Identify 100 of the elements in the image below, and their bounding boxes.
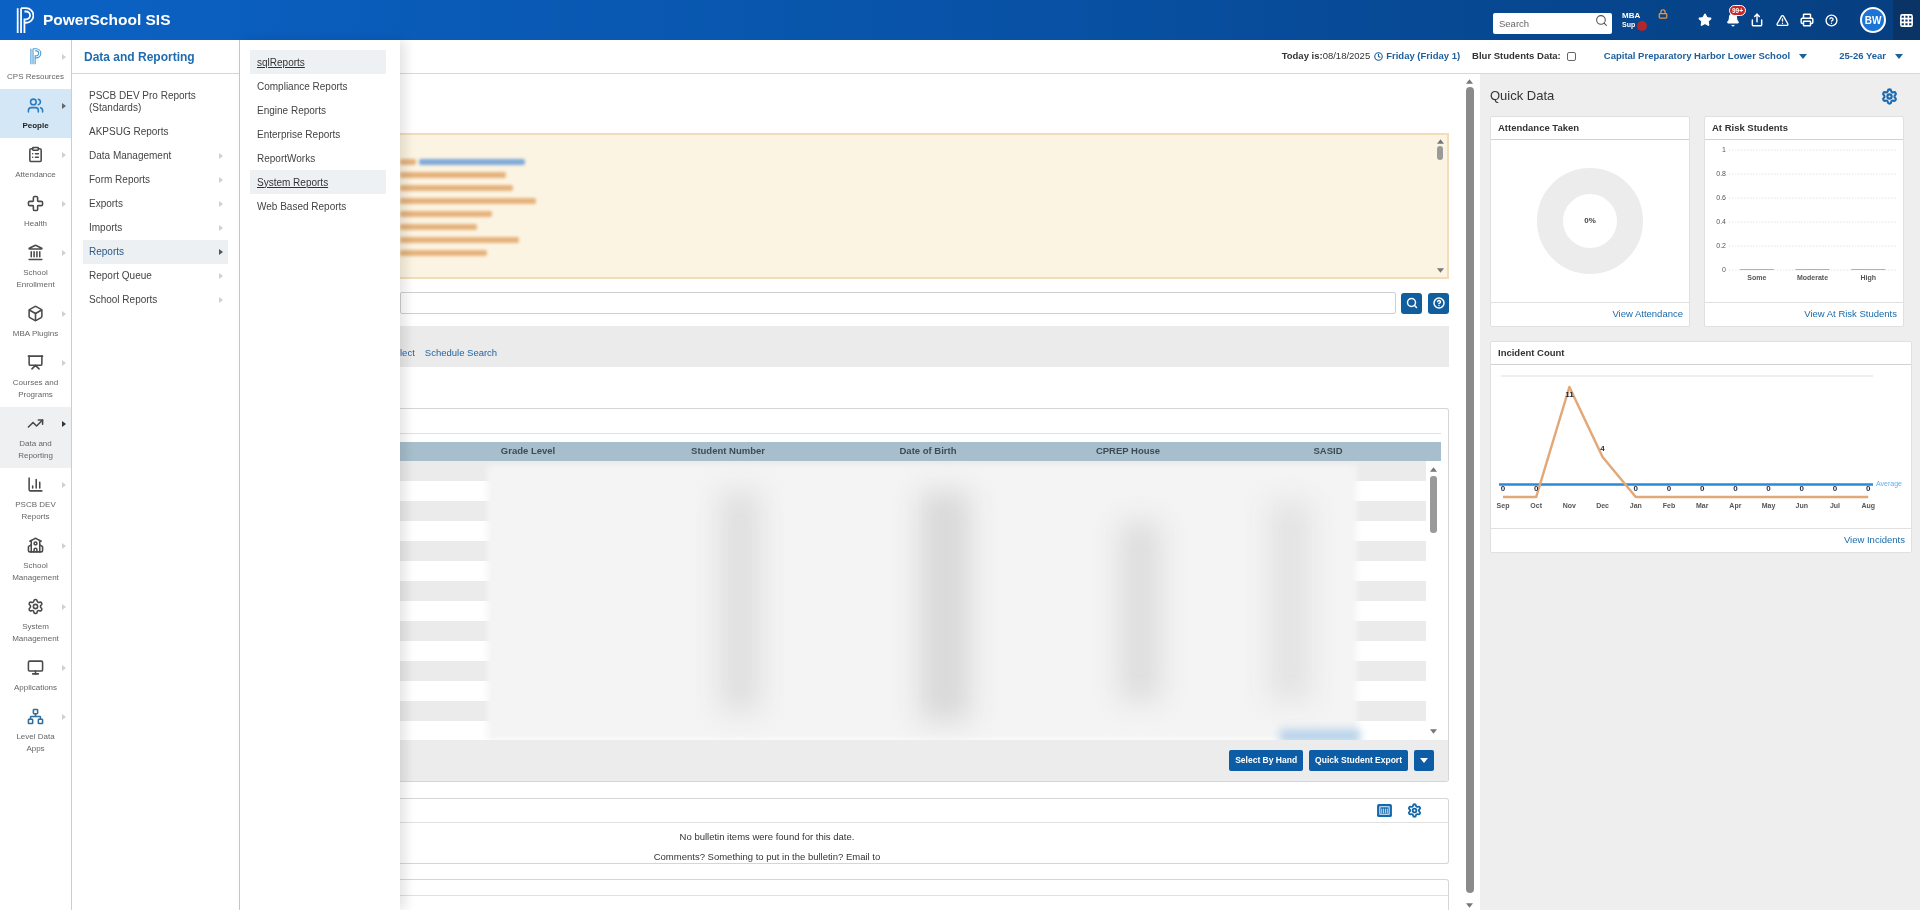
data-label: 0 xyxy=(1633,484,1639,494)
scroll-down-icon[interactable] xyxy=(1436,268,1444,273)
notification-dot-icon xyxy=(1637,21,1647,31)
menu-item[interactable]: Imports xyxy=(83,216,228,240)
column-header[interactable]: CPREP House xyxy=(1028,444,1228,459)
data-label: 0 xyxy=(1766,484,1771,494)
data-label: 0 xyxy=(1799,484,1805,494)
calendar-icon[interactable] xyxy=(1377,804,1392,817)
column-header[interactable]: Student Number xyxy=(628,444,828,459)
submenu-item[interactable]: Compliance Reports xyxy=(250,74,386,98)
menu-item[interactable]: AKPSUG Reports xyxy=(83,120,228,144)
cube-icon xyxy=(27,305,44,322)
menu-item[interactable]: Form Reports xyxy=(83,168,228,192)
network-icon xyxy=(27,708,44,725)
scrollbar-thumb[interactable] xyxy=(1430,476,1437,533)
caret-right-icon xyxy=(62,542,66,549)
menu-item[interactable]: Exports xyxy=(83,192,228,216)
scroll-down-icon[interactable] xyxy=(1430,729,1437,734)
p-logo-icon xyxy=(27,48,44,65)
bulletin-message: No bulletin items were found for this date. xyxy=(679,831,855,842)
caret-down-icon xyxy=(1420,758,1428,763)
menu-item[interactable]: PSCB DEV Pro Reports (Standards) xyxy=(83,84,228,120)
school-icon xyxy=(27,537,44,554)
card-link[interactable]: View Attendance xyxy=(1612,307,1683,322)
column-header[interactable]: SASID xyxy=(1228,444,1428,459)
scrollbar[interactable] xyxy=(1464,79,1475,908)
app-title: PowerSchool SIS xyxy=(43,10,171,31)
menu-item[interactable]: School Reports xyxy=(83,288,228,312)
scrollbar-thumb[interactable] xyxy=(1465,87,1474,893)
search-input[interactable] xyxy=(400,292,1396,314)
menu-item[interactable]: Reports xyxy=(83,240,228,264)
caret-right-icon xyxy=(62,420,66,427)
submenu-item[interactable]: ReportWorks xyxy=(250,146,386,170)
column-header[interactable]: Grade Level xyxy=(428,444,628,459)
menu-item[interactable]: Data Management xyxy=(83,144,228,168)
year-dropdown[interactable]: 25-26 Year xyxy=(1839,49,1903,64)
submenu-item[interactable]: sqlReports xyxy=(250,50,386,74)
data-label: 0 xyxy=(1666,484,1672,494)
card-title: Incident Count xyxy=(1498,345,1565,360)
data-label: 0 xyxy=(1865,484,1871,494)
p-logo-icon[interactable] xyxy=(16,6,34,34)
help-icon[interactable] xyxy=(1825,13,1838,27)
caret-right-icon xyxy=(62,151,66,158)
scrollbar-thumb[interactable] xyxy=(1437,146,1443,160)
avatar[interactable]: BW xyxy=(1860,7,1886,33)
panel-title: Quick Data xyxy=(1490,87,1555,106)
settings-icon[interactable] xyxy=(1407,803,1422,818)
action-button[interactable]: Select By Hand xyxy=(1229,750,1304,771)
warning-icon[interactable] xyxy=(1776,13,1789,27)
sidebar-item[interactable]: People xyxy=(0,89,71,138)
menu-title: Data and Reporting xyxy=(84,48,195,66)
help-button[interactable] xyxy=(1428,292,1449,314)
caret-right-icon xyxy=(62,102,66,109)
menu-item[interactable]: Report Queue xyxy=(83,264,228,288)
scrollbar[interactable] xyxy=(1436,139,1444,273)
submenu-item[interactable]: System Reports xyxy=(250,170,386,194)
sidebar-item[interactable]: Data and Reporting xyxy=(0,407,71,468)
export-icon[interactable] xyxy=(1750,13,1764,27)
clock-icon xyxy=(1374,52,1384,61)
card-link[interactable]: View Incidents xyxy=(1843,533,1905,548)
lock-icon[interactable] xyxy=(1658,9,1668,19)
submenu-item[interactable]: Engine Reports xyxy=(250,98,386,122)
bell-icon[interactable] xyxy=(1726,13,1740,27)
action-button[interactable]: Quick Student Export xyxy=(1309,750,1408,771)
print-icon[interactable] xyxy=(1800,13,1814,27)
toolbar-link[interactable]: lect xyxy=(400,345,415,360)
scroll-up-icon[interactable] xyxy=(1436,139,1444,144)
dropdown-button[interactable] xyxy=(1414,750,1434,771)
search-icon[interactable] xyxy=(1595,13,1608,27)
column-header[interactable]: Date of Birth xyxy=(828,444,1028,459)
day-link[interactable]: Friday (Friday 1) xyxy=(1386,49,1461,64)
people-icon xyxy=(27,97,44,114)
submenu-item[interactable]: Web Based Reports xyxy=(250,194,386,218)
search-icon xyxy=(1405,297,1418,309)
caret-right-icon xyxy=(219,201,223,207)
scroll-up-icon[interactable] xyxy=(1430,467,1437,472)
data-label: 0 xyxy=(1699,484,1705,494)
help-icon xyxy=(1432,297,1445,309)
caret-right-icon xyxy=(62,53,66,60)
data-label: 0 xyxy=(1832,484,1838,494)
card-title: At Risk Students xyxy=(1712,120,1788,135)
submenu-item[interactable]: Enterprise Reports xyxy=(250,122,386,146)
clipboard-icon xyxy=(27,146,44,163)
caret-right-icon xyxy=(219,273,223,279)
card-link[interactable]: View At Risk Students xyxy=(1804,307,1897,322)
blur-checkbox[interactable] xyxy=(1566,52,1576,61)
search-button[interactable] xyxy=(1401,292,1422,314)
scroll-up-icon[interactable] xyxy=(1466,79,1473,84)
caret-right-icon xyxy=(219,297,223,303)
toolbar-link[interactable]: Schedule Search xyxy=(424,345,498,360)
apps-grid-icon[interactable] xyxy=(1899,12,1914,28)
bulletin-comment: Comments? Something to put in the bulletin? Email to xyxy=(653,851,881,862)
settings-icon[interactable] xyxy=(1881,87,1898,105)
scroll-down-icon[interactable] xyxy=(1466,903,1473,908)
star-icon[interactable] xyxy=(1698,13,1712,27)
search-field[interactable]: Search xyxy=(1493,12,1612,34)
school-dropdown[interactable]: Capital Preparatory Harbor Lower School xyxy=(1603,49,1808,64)
apps-button[interactable] xyxy=(1893,0,1920,40)
caret-right-icon xyxy=(62,664,66,671)
monitor-icon xyxy=(27,659,44,676)
